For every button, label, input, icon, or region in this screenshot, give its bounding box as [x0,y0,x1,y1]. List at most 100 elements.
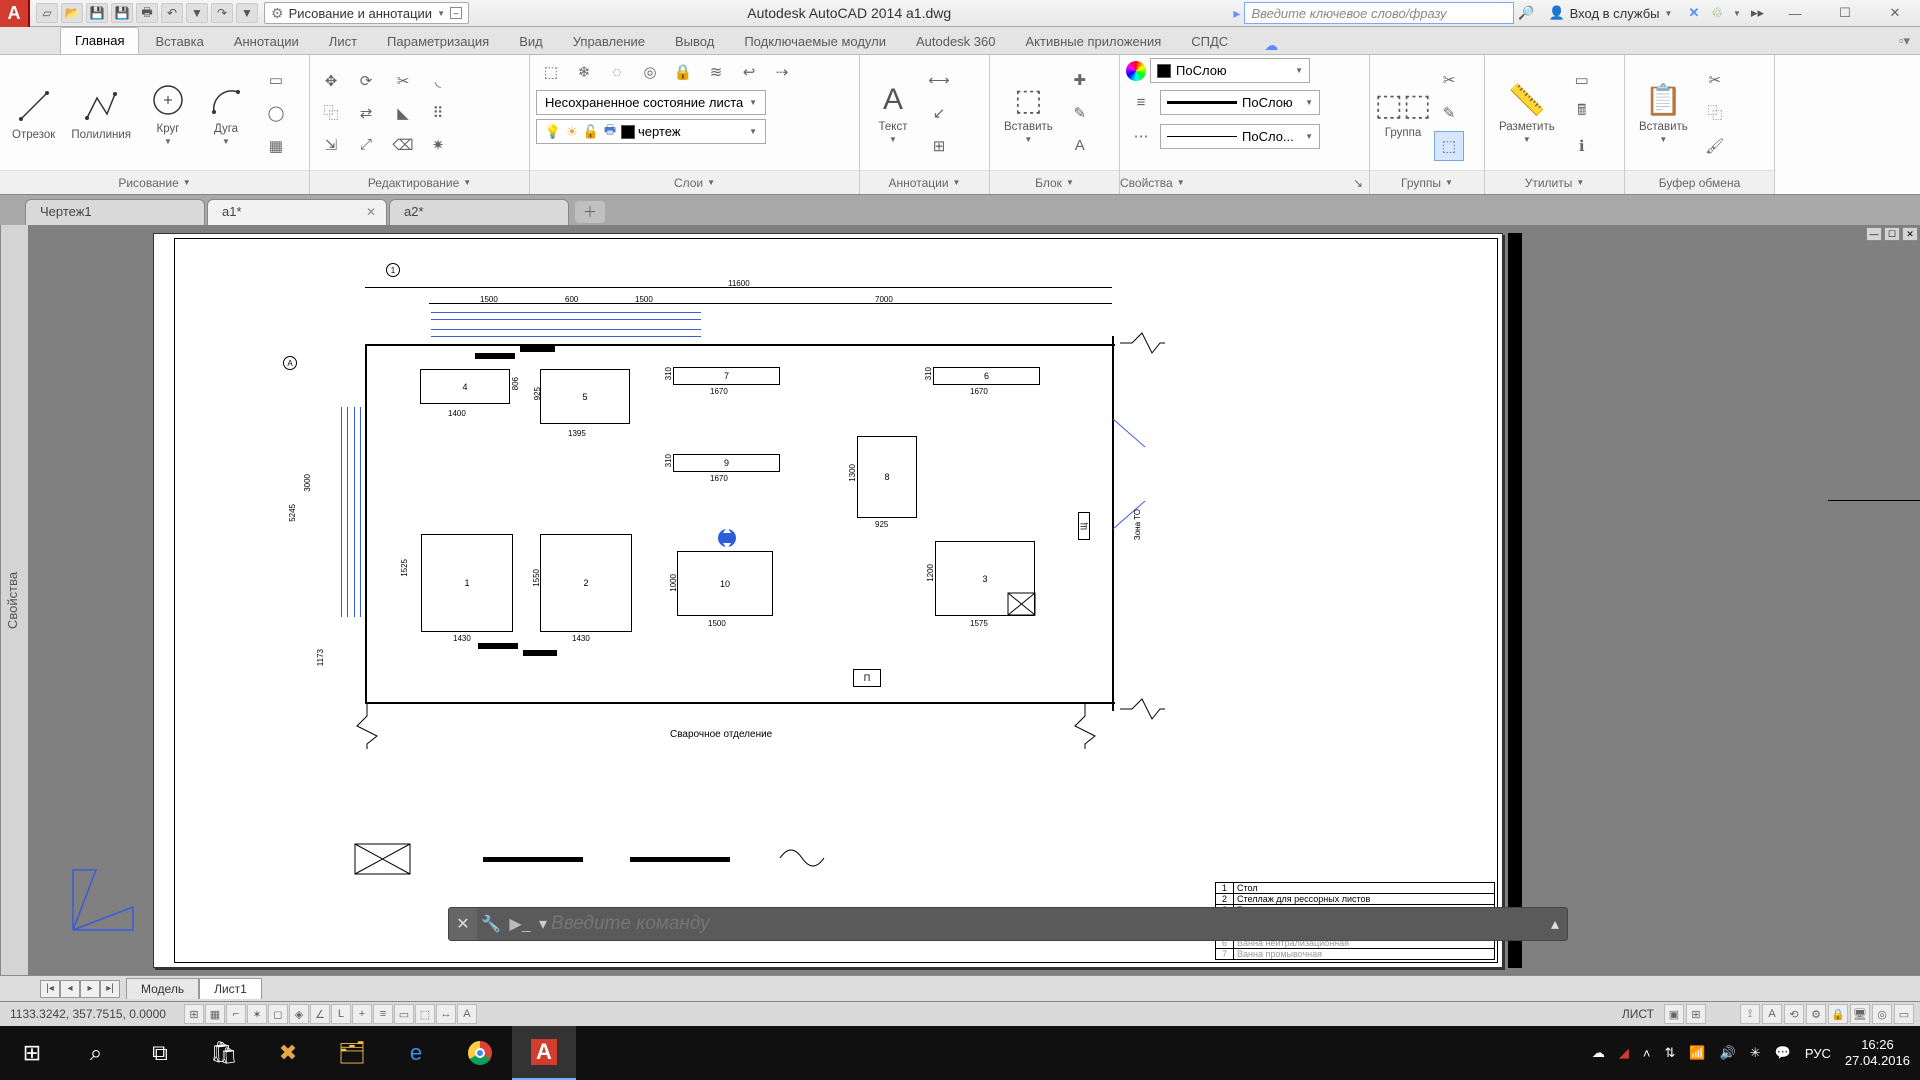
layer-match-icon[interactable]: ≋ [701,57,731,87]
hatch-icon[interactable]: ▦ [261,131,291,161]
hardware-icon[interactable]: 🖥 [1850,1004,1870,1024]
quickcalc-icon[interactable]: 🖩 [1567,98,1597,128]
paper-viewport[interactable]: 11600 1500 600 1500 7000 1 [153,233,1503,968]
linetype-icon[interactable]: ⋯ [1126,121,1156,151]
save-icon[interactable]: 💾 [86,3,108,23]
doc-tab[interactable]: Чертеж1 [25,199,205,225]
panel-utilities-title[interactable]: Утилиты▼ [1485,170,1624,194]
block-edit-icon[interactable]: ✎ [1065,98,1095,128]
cmdline-settings-icon[interactable]: 🔧 [477,908,505,940]
store-icon[interactable]: 🛍 [192,1026,256,1080]
command-input[interactable] [551,913,1543,935]
tpy-toggle-icon[interactable]: ▭ [394,1004,414,1024]
layer-state-combo[interactable]: Несохраненное состояние листа▼ [536,90,766,115]
cleanscreen-icon[interactable]: ▭ [1894,1004,1914,1024]
trim-icon[interactable]: ✂ [388,66,418,96]
ribbon-tab-home[interactable]: Главная [60,27,139,54]
erase-icon[interactable]: ⌫ [388,130,418,160]
ws-toggle-icon[interactable]: ⚙ [1806,1004,1826,1024]
redo-dropdown-icon[interactable]: ▼ [236,3,258,23]
chamfer-icon[interactable]: ◣ [388,98,418,128]
chrome-icon[interactable] [448,1026,512,1080]
select-icon[interactable]: ▭ [1567,65,1597,95]
panel-properties-title[interactable]: Свойства▼↘ [1120,170,1369,194]
measure-button[interactable]: 📏Разметить▼ [1491,79,1563,146]
lwt-toggle-icon[interactable]: ≡ [373,1004,393,1024]
line-button[interactable]: Отрезок [6,83,61,143]
paste-button[interactable]: 📋Вставить▼ [1631,79,1696,146]
array-icon[interactable]: ⠿ [423,98,453,128]
tray-volume-icon[interactable]: 🔊 [1720,1045,1736,1061]
linetype-combo[interactable]: ПоСло...▼ [1160,124,1320,149]
fillet-icon[interactable]: ◟ [423,66,453,96]
ribbon-tab-layout[interactable]: Лист [315,29,371,54]
sc-toggle-icon[interactable]: ↔ [436,1004,456,1024]
move-icon[interactable]: ✥ [316,66,346,96]
drawing-canvas[interactable]: — ☐ ✕ 11600 1500 600 1500 7000 1 [28,225,1920,975]
ribbon-tab-manage[interactable]: Управление [559,29,659,54]
ribbon-tab-insert[interactable]: Вставка [141,29,217,54]
3dosnap-toggle-icon[interactable]: ◈ [289,1004,309,1024]
start-button[interactable]: ⊞ [0,1026,64,1080]
ribbon-tab-plugins[interactable]: Подключаемые модули [730,29,900,54]
polar-toggle-icon[interactable]: ✶ [247,1004,267,1024]
vp-min-icon[interactable]: — [1866,227,1882,241]
block-create-icon[interactable]: ✚ [1065,65,1095,95]
ungroup-icon[interactable]: ✂ [1434,65,1464,95]
panel-block-title[interactable]: Блок▼ [990,170,1119,194]
layer-freeze-icon[interactable]: ❄ [569,57,599,87]
layout-tab-sheet1[interactable]: Лист1 [199,978,262,999]
tray-cloud-icon[interactable]: ☁ [1592,1045,1605,1061]
layer-walk-icon[interactable]: ⇢ [767,57,797,87]
maxvp-icon[interactable]: ▣ [1664,1004,1684,1024]
annoscale-icon[interactable]: ⟟ [1740,1004,1760,1024]
layer-off-icon[interactable]: ◌ [602,57,632,87]
infocenter-search[interactable]: Введите ключевое слово/фразу [1244,2,1514,24]
arc-button[interactable]: Дуга▼ [199,77,253,148]
panel-groups-title[interactable]: Группы▼ [1370,170,1484,194]
ribbon-tab-view[interactable]: Вид [505,29,557,54]
close-button[interactable]: ✕ [1870,0,1920,27]
saveas-icon[interactable]: 💾 [111,3,133,23]
search-icon[interactable]: 🔎 [1514,5,1538,21]
vp-close-icon[interactable]: ✕ [1902,227,1918,241]
undo-icon[interactable]: ↶ [161,3,183,23]
command-line[interactable]: ✕ 🔧 ▶_ ▾ ▴ [448,907,1568,941]
tray-lang[interactable]: РУС [1805,1046,1831,1061]
coords-display[interactable]: 1133.3242, 357.7515, 0.0000 [0,1007,176,1021]
otrack-toggle-icon[interactable]: ∠ [310,1004,330,1024]
search-icon[interactable]: ⌕ [64,1026,128,1080]
text-button[interactable]: AТекст▼ [866,79,920,146]
insert-block-button[interactable]: ⬚Вставить▼ [996,79,1061,146]
nav-first-icon[interactable]: |◂ [40,980,60,998]
more-icon[interactable]: ▸▸ [1745,5,1770,21]
nav-prev-icon[interactable]: ◂ [60,980,80,998]
open-icon[interactable]: 📂 [61,3,83,23]
ducs-toggle-icon[interactable]: L [331,1004,351,1024]
ellipse-icon[interactable]: ◯ [261,98,291,128]
ortho-toggle-icon[interactable]: ⌐ [226,1004,246,1024]
circle-button[interactable]: Круг▼ [141,77,195,148]
cut-icon[interactable]: ✂ [1700,65,1730,95]
autocad-task-icon[interactable]: A [512,1026,576,1080]
doc-tab[interactable]: a2* [389,199,569,225]
layer-current-combo[interactable]: 💡 ☀ 🔓 🖶 чертеж ▼ [536,119,766,144]
model-paper-toggle[interactable]: ЛИСТ [1614,1007,1662,1021]
tray-avira-icon[interactable]: ◢ [1619,1045,1629,1061]
close-icon[interactable]: ✕ [366,205,376,219]
ribbon-tab-spds[interactable]: СПДС [1177,29,1242,54]
qp-toggle-icon[interactable]: ⬚ [415,1004,435,1024]
edge-icon[interactable]: e [384,1026,448,1080]
maximize-button[interactable]: ☐ [1820,0,1870,27]
color-combo[interactable]: ПоСлою▼ [1150,58,1310,83]
snap-toggle-icon[interactable]: ⊞ [184,1004,204,1024]
chevron-down-icon[interactable]: ▼ [1729,9,1745,18]
tray-action-icon[interactable]: 💬 [1775,1045,1791,1061]
workspace-switcher[interactable]: ⚙ Рисование и аннотации ▼ – [264,2,469,24]
layer-lock-icon[interactable]: 🔒 [668,57,698,87]
redo-icon[interactable]: ↷ [211,3,233,23]
ribbon-tab-apps[interactable]: Активные приложения [1012,29,1176,54]
panel-layers-title[interactable]: Слои▼ [530,170,859,194]
mirror-icon[interactable]: ⇄ [351,98,381,128]
rectangle-icon[interactable]: ▭ [261,65,291,95]
